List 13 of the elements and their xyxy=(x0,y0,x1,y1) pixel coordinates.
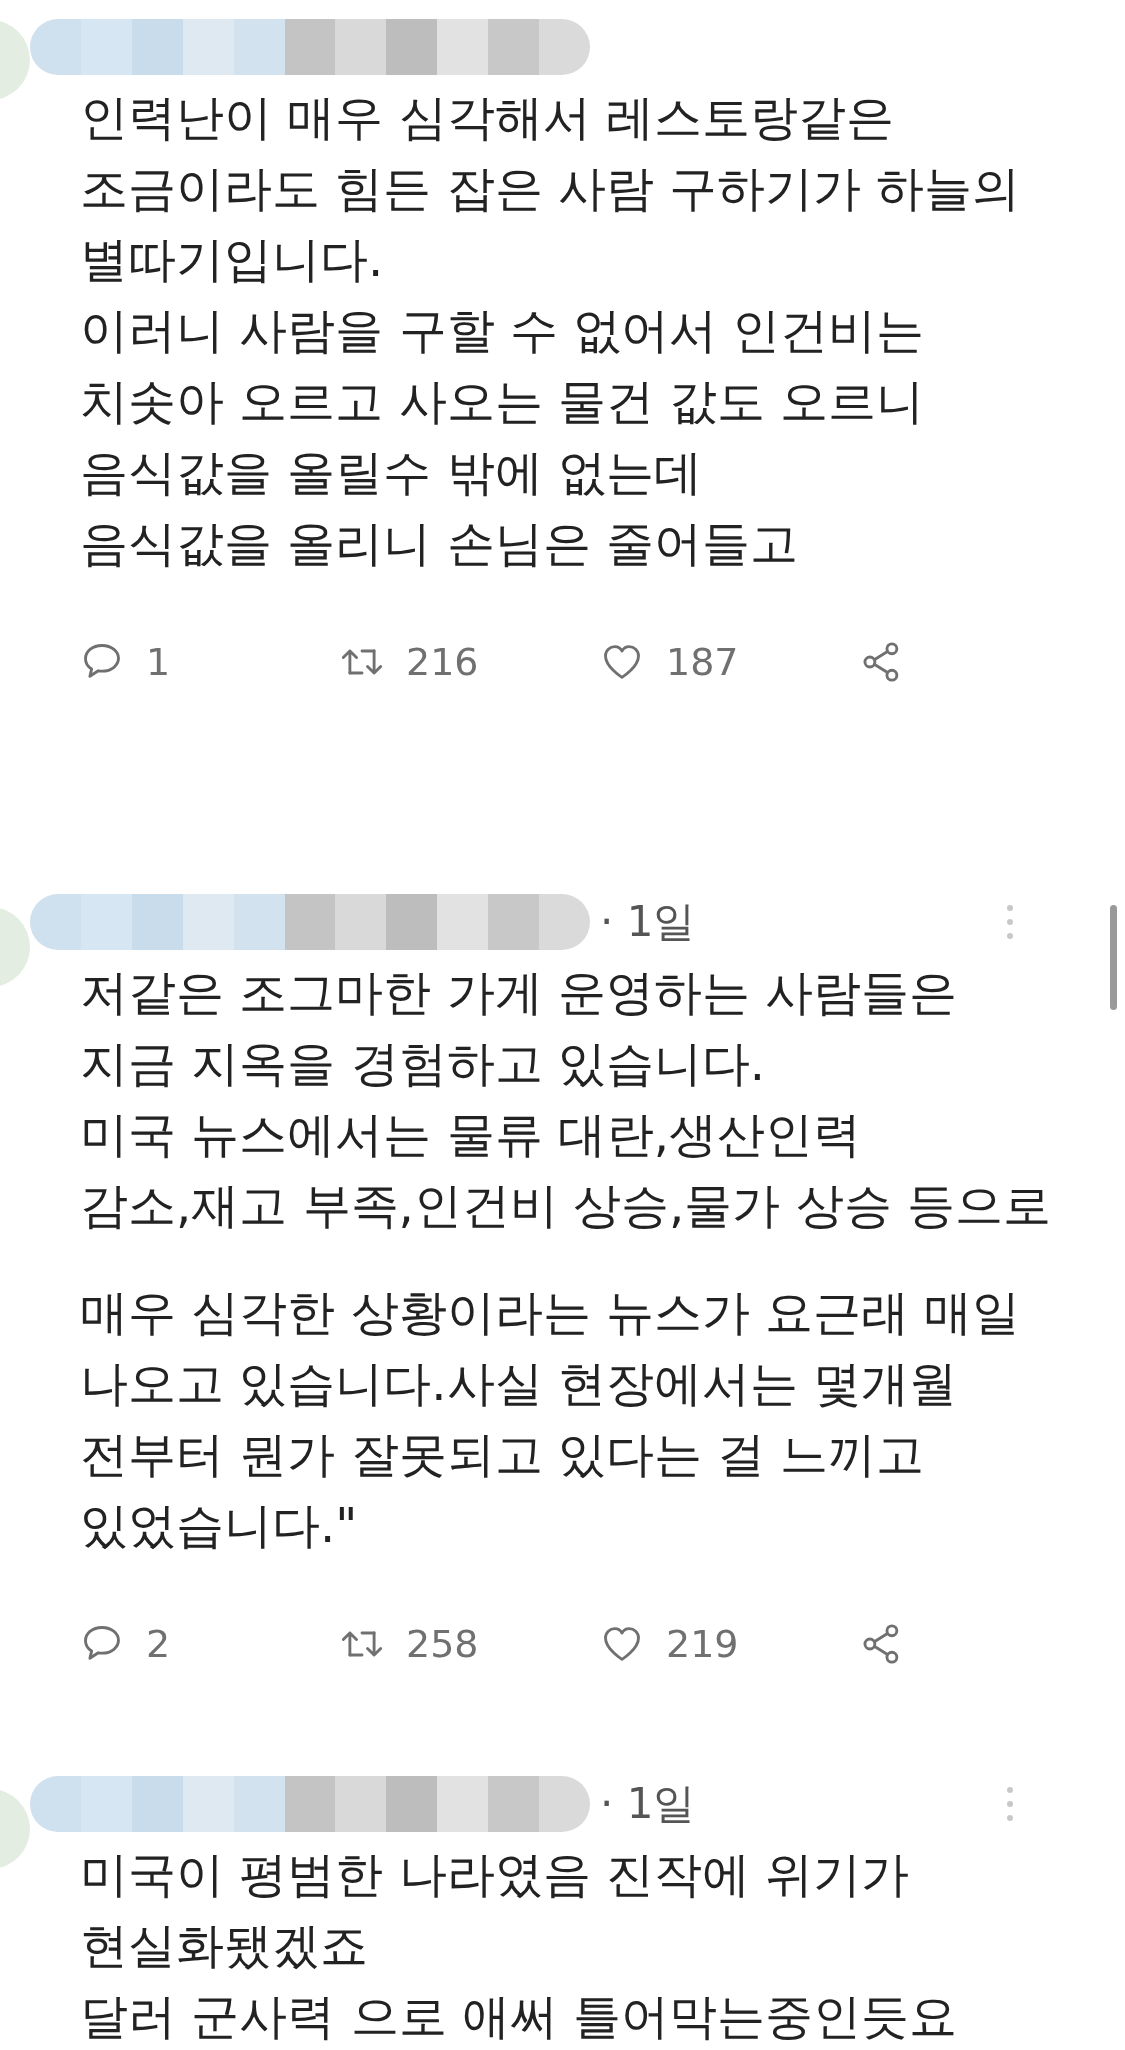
post-time: · 1일 xyxy=(600,896,696,948)
retweet-count: 258 xyxy=(406,1622,479,1666)
post-text: 매우 심각한 상황이라는 뉴스가 요근래 매일 나오고 있습니다.사실 현장에서는 몇개월 전부터 뭔가 잘못되고 있다는 걸 느끼고 있었습니다." xyxy=(80,1283,1021,1555)
like-count: 219 xyxy=(666,1622,739,1666)
reply-count: 2 xyxy=(146,1622,171,1666)
like-count: 187 xyxy=(666,640,739,684)
post-time: · 1일 xyxy=(600,1778,696,1830)
reply-count: 1 xyxy=(146,640,171,684)
retweet-count: 216 xyxy=(406,640,479,684)
post-text: 인력난이 매우 심각해서 레스토랑같은 조금이라도 힘든 잡은 사람 구하기가 하늘의 별따기입니다. 이러니 사람을 구할 수 없어서 인건비는 치솟아 오르고 사오는 물건 값도 오르니 음식값을 올릴수 밖에 없는데 음식값을 올리니 손님은 줄어들고 xyxy=(80,88,1021,573)
post-text: 미국이 평범한 나라였음 진작에 위기가 현실화됐겠죠 달러 군사력 으로 애써 틀어막는중인듯요 xyxy=(80,1845,958,2046)
post-text: 저같은 조그마한 가게 운영하는 사람들은 지금 지옥을 경험하고 있습니다. 미국 뉴스에서는 물류 대란,생산인력 감소,재고 부족,인건비 상승,물가 상승 등으로 xyxy=(80,963,1051,1235)
scrollbar[interactable] xyxy=(1110,905,1117,1010)
